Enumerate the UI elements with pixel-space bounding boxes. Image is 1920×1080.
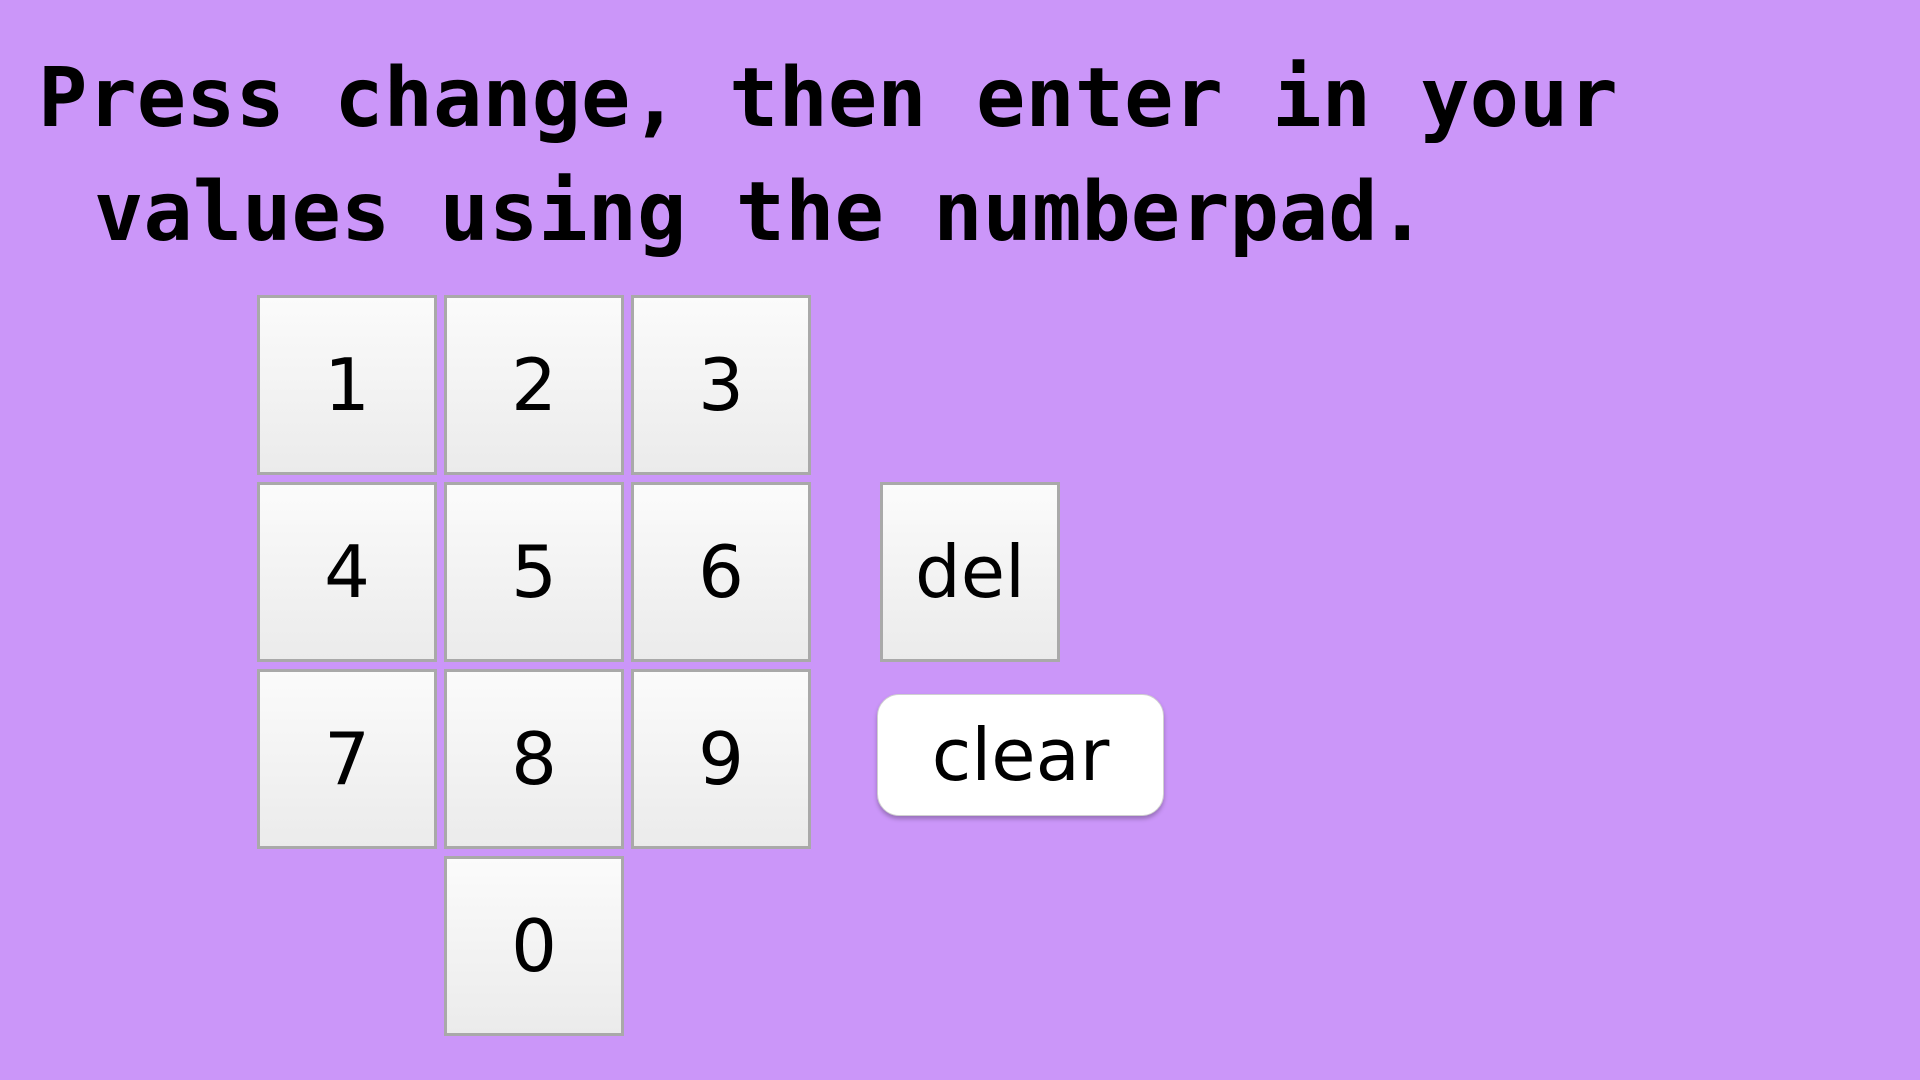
key-6[interactable]: 6 [631, 482, 811, 662]
key-0[interactable]: 0 [444, 856, 624, 1036]
key-4[interactable]: 4 [257, 482, 437, 662]
instructions-text: Press change, then enter in your values … [38, 42, 1898, 270]
key-8[interactable]: 8 [444, 669, 624, 849]
instructions-line-1: Press change, then enter in your [38, 51, 1618, 146]
clear-button[interactable]: clear [877, 694, 1164, 816]
key-5[interactable]: 5 [444, 482, 624, 662]
key-9[interactable]: 9 [631, 669, 811, 849]
del-button[interactable]: del [880, 482, 1060, 662]
key-1[interactable]: 1 [257, 295, 437, 475]
instructions-line-2: values using the numberpad. [94, 165, 1427, 260]
key-7[interactable]: 7 [257, 669, 437, 849]
key-3[interactable]: 3 [631, 295, 811, 475]
key-2[interactable]: 2 [444, 295, 624, 475]
